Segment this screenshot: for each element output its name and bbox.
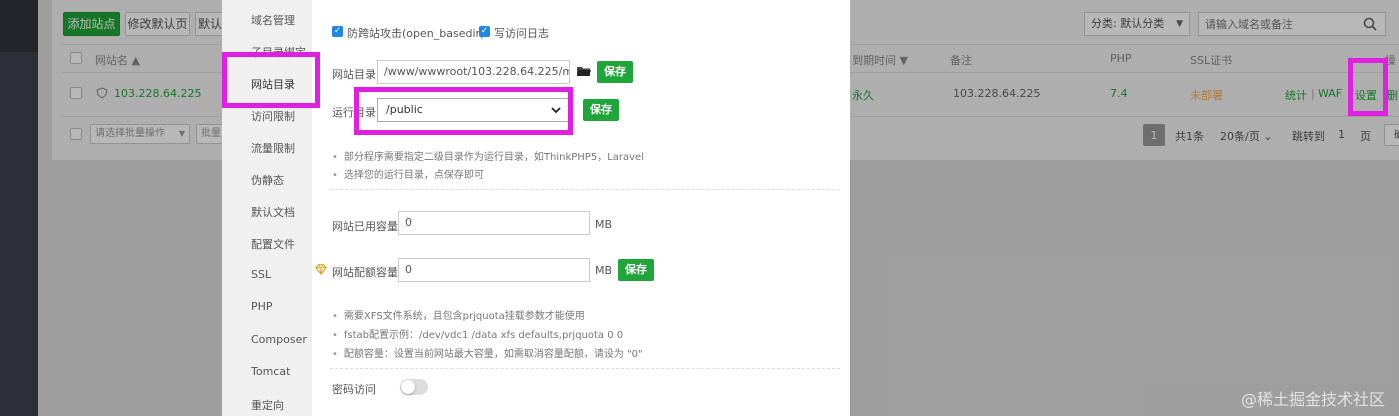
access-log-checkbox[interactable]: ✓ xyxy=(479,26,490,37)
highlight-run-dir-select xyxy=(354,87,573,135)
note-quota-1: 需要XFS文件系统，且包含prjquota挂载参数才能使用 xyxy=(332,307,585,322)
basedir-checkbox[interactable]: ✓ xyxy=(332,26,343,37)
divider xyxy=(330,189,840,190)
save-run-dir-button[interactable]: 保存 xyxy=(583,99,619,121)
note-run-dir-2: 选择您的运行目录，点保存即可 xyxy=(332,166,484,181)
save-quota-button[interactable]: 保存 xyxy=(618,259,654,281)
watermark: @稀土掘金技术社区 xyxy=(1240,390,1385,409)
nav-composer[interactable]: Composer xyxy=(251,333,307,346)
sidebar-header xyxy=(0,0,38,52)
nav-domain-management[interactable]: 域名管理 xyxy=(251,12,295,28)
basedir-label: 防跨站攻击(open_basedir) xyxy=(347,27,485,40)
spacer xyxy=(618,0,624,24)
nav-default-doc[interactable]: 默认文档 xyxy=(251,204,295,220)
highlight-settings-link xyxy=(1348,58,1388,116)
quota-capacity-input[interactable]: 0 xyxy=(398,258,590,282)
nav-redirect[interactable]: 重定向 xyxy=(251,397,284,413)
folder-icon[interactable] xyxy=(577,66,591,77)
access-log-label: 写访问日志 xyxy=(494,27,549,40)
nav-ssl[interactable]: SSL xyxy=(251,268,271,281)
site-dir-input[interactable]: /www/wwwroot/103.228.64.225/mtab xyxy=(377,60,570,84)
highlight-nav-site-directory xyxy=(222,52,320,108)
used-capacity-input[interactable]: 0 xyxy=(398,211,590,235)
used-capacity-unit: MB xyxy=(595,218,613,231)
quota-capacity-label: 网站配额容量 xyxy=(332,266,398,279)
site-dir-label: 网站目录 xyxy=(332,68,376,81)
note-run-dir-1: 部分程序需要指定二级目录作为运行目录，如ThinkPHP5，Laravel xyxy=(332,148,644,163)
divider xyxy=(330,368,840,369)
used-capacity-label: 网站已用容量 xyxy=(332,220,398,233)
note-quota-2: fstab配置示例：/dev/vdc1 /data xfs defaults,p… xyxy=(332,326,623,341)
nav-config-file[interactable]: 配置文件 xyxy=(251,236,295,252)
nav-traffic-limit[interactable]: 流量限制 xyxy=(251,140,295,156)
quota-capacity-unit: MB xyxy=(595,264,613,277)
app-sidebar xyxy=(0,0,38,416)
save-site-dir-button[interactable]: 保存 xyxy=(597,61,633,83)
password-access-label: 密码访问 xyxy=(332,383,376,396)
site-directory-panel: ✓ 防跨站攻击(open_basedir) ✓ 写访问日志 网站目录 /www/… xyxy=(312,0,850,416)
nav-access-limit[interactable]: 访问限制 xyxy=(251,108,295,124)
toggle-knob xyxy=(401,380,415,394)
password-access-toggle[interactable] xyxy=(400,379,428,395)
note-quota-3: 配额容量：设置当前网站最大容量，如需取消容量配额，请设为 "0" xyxy=(332,345,643,360)
nav-rewrite[interactable]: 伪静态 xyxy=(251,172,284,188)
diamond-icon xyxy=(315,264,327,275)
nav-php[interactable]: PHP xyxy=(251,300,273,313)
nav-tomcat[interactable]: Tomcat xyxy=(251,365,290,378)
